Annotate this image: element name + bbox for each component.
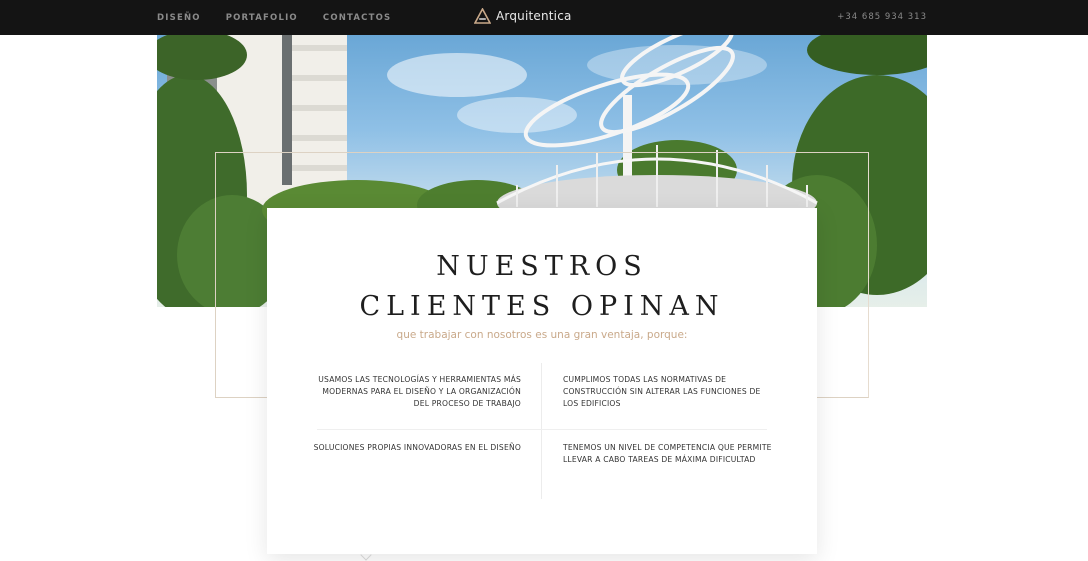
logo-text: Arquitentica <box>496 9 572 23</box>
logo-link[interactable]: Arquitentica <box>474 8 572 24</box>
feature-item: TENEMOS UN NIVEL DE COMPETENCIA QUE PERM… <box>563 443 772 464</box>
section-title-line1: Nuestros <box>436 251 648 282</box>
feature-item: USAMOS LAS TECNOLOGÍAS Y HERRAMIENTAS MÁ… <box>318 375 521 408</box>
top-navigation-bar: DISEÑO PORTAFOLIO CONTACTOS Arquitentica… <box>0 0 1088 35</box>
main-nav: DISEÑO PORTAFOLIO CONTACTOS <box>157 0 391 35</box>
section-subtitle: que trabajar con nosotros es una gran ve… <box>396 329 688 341</box>
nav-link-contactos[interactable]: CONTACTOS <box>323 13 391 23</box>
section-title-line2: clientes opinan <box>359 291 725 322</box>
features-grid: USAMOS LAS TECNOLOGÍAS Y HERRAMIENTAS MÁ… <box>267 363 817 499</box>
nav-link-diseno[interactable]: DISEÑO <box>157 13 201 23</box>
feature-item: SOLUCIONES PROPIAS INNOVADORAS EN EL DIS… <box>313 443 521 452</box>
testimonials-card: Nuestros clientes opinan que trabajar co… <box>267 208 817 554</box>
triangle-a-logo-icon <box>474 8 491 24</box>
feature-item: CUMPLIMOS TODAS LAS NORMATIVAS DE CONSTR… <box>563 375 761 408</box>
grid-divider-vertical <box>541 363 542 499</box>
grid-divider-horizontal <box>317 429 767 430</box>
phone-number[interactable]: +34 685 934 313 <box>837 0 927 35</box>
nav-link-portafolio[interactable]: PORTAFOLIO <box>226 13 298 23</box>
